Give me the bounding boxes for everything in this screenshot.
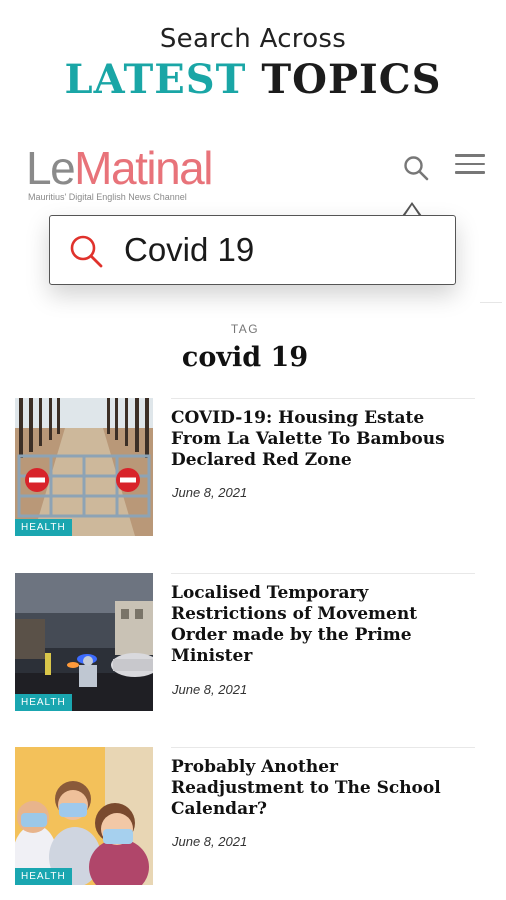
article-title[interactable]: Localised Temporary Restrictions of Move…	[171, 583, 476, 667]
article-thumbnail[interactable]: HEALTH	[15, 398, 153, 536]
article-title[interactable]: Probably Another Readjustment to The Sch…	[171, 757, 476, 820]
article-card[interactable]: HEALTH Localised Temporary Restrictions …	[15, 573, 475, 713]
promo-headline: Search Across	[159, 24, 347, 54]
article-card[interactable]: HEALTH COVID-19: Housing Estate From La …	[15, 398, 475, 538]
logo-le: Le	[26, 142, 76, 194]
site-logo[interactable]: LeMatinal	[26, 142, 213, 194]
tag-label: TAG	[230, 322, 260, 336]
article-thumbnail[interactable]: HEALTH	[15, 747, 153, 885]
article-thumbnail[interactable]: HEALTH	[15, 573, 153, 711]
promo-subheadline: LATEST TOPICS	[0, 56, 506, 103]
category-badge[interactable]: HEALTH	[15, 694, 72, 711]
logo-matinal: Matinal	[74, 142, 213, 194]
promo-accent-word: LATEST	[64, 56, 247, 103]
divider	[171, 398, 475, 399]
article-card[interactable]: HEALTH Probably Another Readjustment to …	[15, 747, 475, 887]
police-night-image	[15, 573, 153, 711]
search-icon[interactable]	[402, 154, 430, 182]
hamburger-menu-icon[interactable]	[455, 154, 485, 182]
roadblock-image	[15, 398, 153, 536]
site-header: LeMatinal Mauritius' Digital English New…	[0, 140, 506, 210]
logo-tagline: Mauritius' Digital English News Channel	[28, 192, 187, 202]
search-input[interactable]	[124, 228, 434, 272]
article-date: June 8, 2021	[172, 485, 248, 500]
screen: Search Across LATEST TOPICS LeMatinal Ma…	[0, 0, 506, 900]
tag-title: covid 19	[181, 342, 309, 373]
search-icon[interactable]	[68, 233, 104, 269]
divider	[480, 302, 502, 303]
children-masks-image	[15, 747, 153, 885]
article-title[interactable]: COVID-19: Housing Estate From La Valette…	[171, 408, 476, 471]
article-date: June 8, 2021	[172, 682, 248, 697]
search-popover	[49, 215, 456, 285]
category-badge[interactable]: HEALTH	[15, 868, 72, 885]
divider	[171, 573, 475, 574]
category-badge[interactable]: HEALTH	[15, 519, 72, 536]
divider	[171, 747, 475, 748]
promo-dark-word: TOPICS	[261, 56, 442, 103]
article-date: June 8, 2021	[172, 834, 248, 849]
